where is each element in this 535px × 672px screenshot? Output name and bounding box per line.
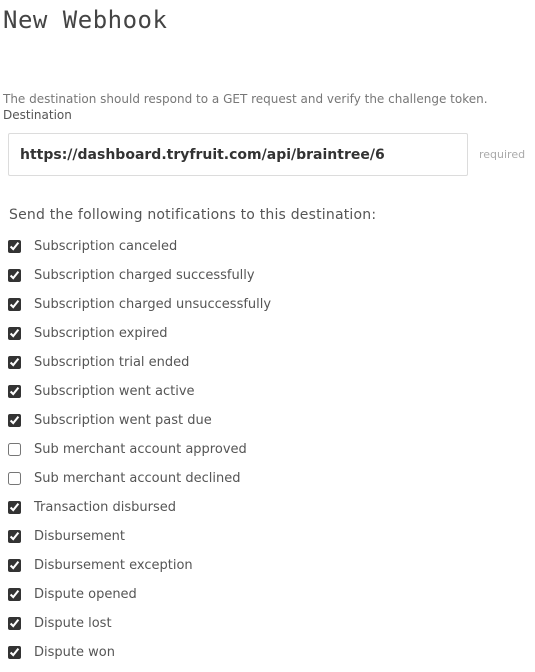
- notification-checkbox-dispute-won[interactable]: [8, 646, 21, 659]
- notification-checkbox-subscription-expired[interactable]: [8, 327, 21, 340]
- notification-item: Subscription charged unsuccessfully: [8, 290, 271, 319]
- notification-item: Sub merchant account approved: [8, 435, 271, 464]
- notification-label: Sub merchant account declined: [34, 471, 241, 486]
- notification-label: Subscription expired: [34, 326, 168, 341]
- notification-label: Subscription canceled: [34, 239, 178, 254]
- notification-label: Dispute won: [34, 645, 115, 660]
- notification-item: Dispute opened: [8, 580, 271, 609]
- notification-label: Subscription trial ended: [34, 355, 190, 370]
- notification-label: Transaction disbursed: [34, 500, 176, 515]
- notification-item: Subscription went past due: [8, 406, 271, 435]
- notification-label: Sub merchant account approved: [34, 442, 247, 457]
- required-hint: required: [479, 148, 526, 161]
- notification-item: Subscription expired: [8, 319, 271, 348]
- notification-label: Dispute opened: [34, 587, 137, 602]
- notification-checkbox-dispute-opened[interactable]: [8, 588, 21, 601]
- notification-checkbox-transaction-disbursed[interactable]: [8, 501, 21, 514]
- notification-label: Disbursement: [34, 529, 125, 544]
- destination-label: Destination: [3, 108, 72, 122]
- notification-item: Disbursement exception: [8, 551, 271, 580]
- page-title: New Webhook: [3, 6, 168, 34]
- notification-item: Disbursement: [8, 522, 271, 551]
- notification-checkbox-subscription-trial-ended[interactable]: [8, 356, 21, 369]
- notification-item: Subscription trial ended: [8, 348, 271, 377]
- notification-label: Subscription charged successfully: [34, 268, 255, 283]
- notification-checkbox-subscription-went-active[interactable]: [8, 385, 21, 398]
- notification-item: Transaction disbursed: [8, 493, 271, 522]
- notification-checkbox-sub-merchant-account-declined[interactable]: [8, 472, 21, 485]
- notification-label: Subscription went past due: [34, 413, 212, 428]
- notification-label: Dispute lost: [34, 616, 112, 631]
- notification-checkbox-subscription-charged-successfully[interactable]: [8, 269, 21, 282]
- notifications-heading: Send the following notifications to this…: [9, 207, 377, 223]
- notification-checkbox-sub-merchant-account-approved[interactable]: [8, 443, 21, 456]
- notification-checkbox-subscription-canceled[interactable]: [8, 240, 21, 253]
- notification-checkbox-subscription-charged-unsuccessfully[interactable]: [8, 298, 21, 311]
- destination-help-text: The destination should respond to a GET …: [3, 92, 488, 106]
- notification-item: Dispute won: [8, 638, 271, 667]
- destination-url-input[interactable]: [8, 133, 468, 176]
- notification-checkbox-subscription-went-past-due[interactable]: [8, 414, 21, 427]
- notification-item: Sub merchant account declined: [8, 464, 271, 493]
- notification-checkbox-dispute-lost[interactable]: [8, 617, 21, 630]
- notification-item: Subscription charged successfully: [8, 261, 271, 290]
- notification-checkbox-disbursement-exception[interactable]: [8, 559, 21, 572]
- notification-item: Subscription went active: [8, 377, 271, 406]
- notification-list: Subscription canceled Subscription charg…: [8, 232, 271, 667]
- notification-item: Dispute lost: [8, 609, 271, 638]
- notification-label: Subscription went active: [34, 384, 195, 399]
- notification-item: Subscription canceled: [8, 232, 271, 261]
- notification-checkbox-disbursement[interactable]: [8, 530, 21, 543]
- notification-label: Disbursement exception: [34, 558, 193, 573]
- notification-label: Subscription charged unsuccessfully: [34, 297, 272, 312]
